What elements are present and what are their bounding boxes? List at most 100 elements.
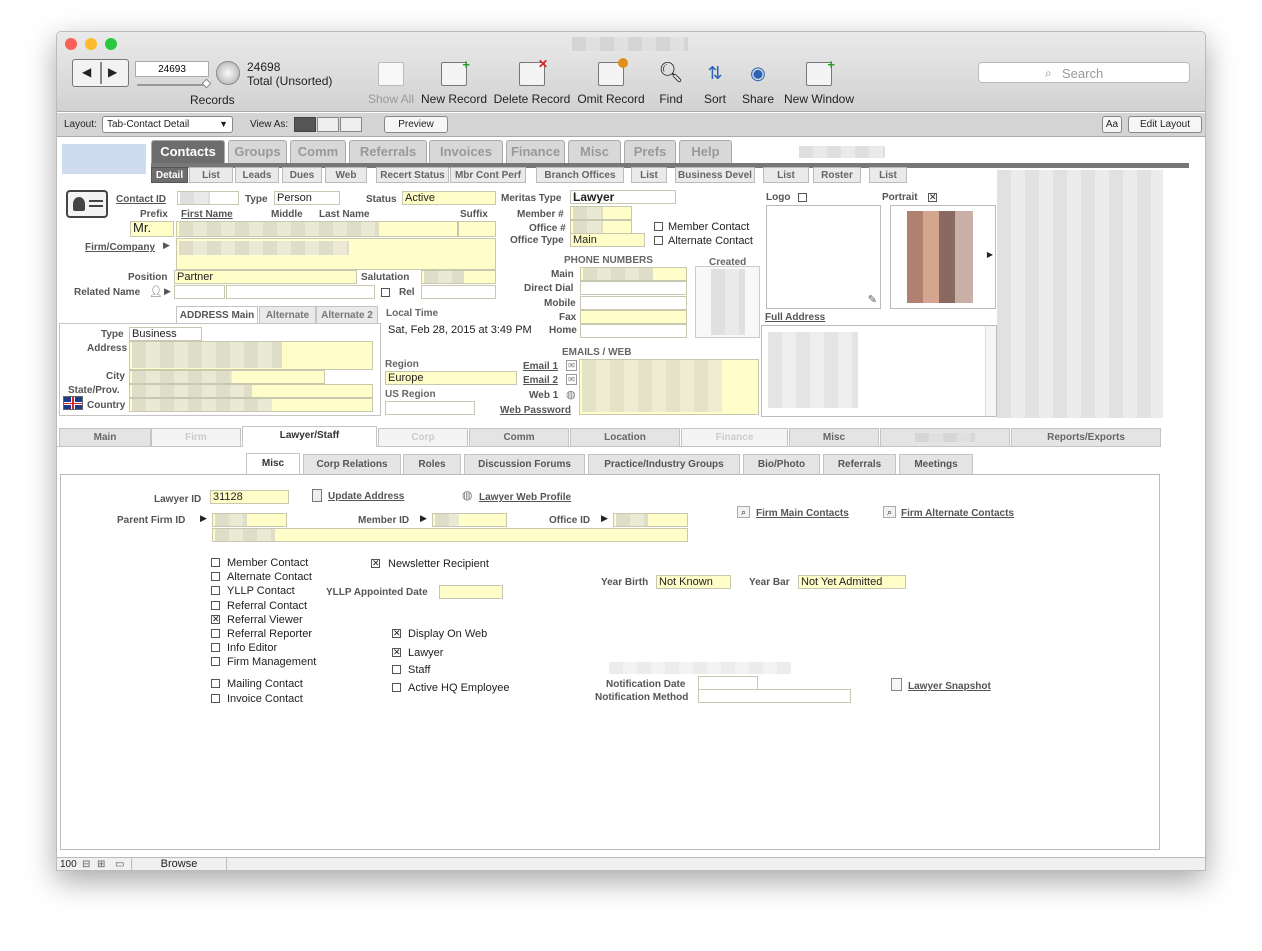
parent-firm-id-field[interactable] bbox=[212, 513, 287, 527]
formatting-bar-button[interactable]: Aa bbox=[1102, 116, 1122, 133]
tab-help[interactable]: Help bbox=[679, 140, 732, 163]
firm-alternate-contacts-link[interactable]: Firm Alternate Contacts bbox=[901, 508, 1014, 519]
portrait-checkbox[interactable]: ✕ bbox=[928, 193, 937, 202]
role-yllp-contact-checkbox[interactable] bbox=[211, 586, 220, 596]
full-address-box[interactable] bbox=[761, 325, 997, 417]
salutation-field[interactable] bbox=[421, 270, 496, 284]
tab-invoices[interactable]: Invoices bbox=[429, 140, 503, 163]
role-firm-management-checkbox[interactable] bbox=[211, 657, 220, 667]
document-icon[interactable] bbox=[891, 678, 902, 691]
lawyer-snapshot-link[interactable]: Lawyer Snapshot bbox=[908, 681, 991, 692]
email2-icon[interactable]: ✉ bbox=[566, 374, 577, 385]
staff-tab-bio-photo[interactable]: Bio/Photo bbox=[743, 454, 820, 474]
home-field[interactable] bbox=[580, 324, 687, 338]
firm-company-label[interactable]: Firm/Company bbox=[85, 242, 155, 253]
notification-date-field[interactable] bbox=[698, 676, 758, 690]
office-id-arrow-icon[interactable]: ▶ bbox=[601, 513, 608, 524]
update-address-link[interactable]: Update Address bbox=[328, 491, 404, 502]
lawyer-web-profile-link[interactable]: Lawyer Web Profile bbox=[479, 492, 571, 503]
address-tab-alternate-2[interactable]: Alternate 2 bbox=[316, 306, 378, 324]
bottom-tab-firm[interactable]: Firm bbox=[151, 428, 241, 446]
search-field[interactable]: ⌕ Search bbox=[978, 62, 1190, 83]
tab-groups[interactable]: Groups bbox=[228, 140, 287, 163]
next-record-icon[interactable]: ▶ bbox=[108, 65, 117, 79]
subtab-list-10[interactable]: List bbox=[763, 167, 809, 183]
email2-label[interactable]: Email 2 bbox=[523, 375, 558, 386]
staff-tab-meetings[interactable]: Meetings bbox=[899, 454, 973, 474]
tab-contacts[interactable]: Contacts bbox=[151, 140, 225, 163]
tab-misc[interactable]: Misc bbox=[568, 140, 621, 163]
member-id-field[interactable] bbox=[432, 513, 507, 527]
web-lawyer-checkbox[interactable]: ✕ bbox=[392, 648, 401, 657]
staff-tab-practice-industry-groups[interactable]: Practice/Industry Groups bbox=[588, 454, 740, 474]
close-window-button[interactable] bbox=[65, 38, 77, 50]
year-bar-field[interactable]: Not Yet Admitted bbox=[798, 575, 906, 589]
email1-label[interactable]: Email 1 bbox=[523, 361, 558, 372]
state-field[interactable] bbox=[129, 384, 373, 398]
mobile-field[interactable] bbox=[580, 296, 687, 310]
subtab-list-1[interactable]: List bbox=[189, 167, 233, 183]
web-profile-globe-icon[interactable]: ◍ bbox=[462, 488, 472, 502]
edit-pencil-icon[interactable]: ✎ bbox=[868, 293, 877, 306]
record-slider-thumb[interactable] bbox=[201, 78, 212, 89]
form-view-button[interactable] bbox=[294, 117, 316, 132]
position-field[interactable]: Partner bbox=[174, 270, 357, 284]
mail-mailing-contact-checkbox[interactable] bbox=[211, 679, 220, 688]
staff-tab-misc[interactable]: Misc bbox=[246, 453, 300, 475]
region-field[interactable]: Europe bbox=[385, 371, 517, 385]
table-view-button[interactable] bbox=[340, 117, 362, 132]
subtab-dues-3[interactable]: Dues bbox=[282, 167, 322, 183]
email1-icon[interactable]: ✉ bbox=[566, 360, 577, 371]
phone-main-field[interactable] bbox=[580, 267, 687, 281]
subtab-list-8[interactable]: List bbox=[631, 167, 667, 183]
status-field[interactable]: Active bbox=[402, 191, 496, 205]
tab-finance[interactable]: Finance bbox=[506, 140, 565, 163]
person-icon[interactable]: 👤︎ bbox=[149, 285, 163, 298]
zoom-in-icon[interactable]: ⊞ bbox=[97, 859, 105, 870]
mail-invoice-contact-checkbox[interactable] bbox=[211, 694, 220, 703]
role-referral-viewer-checkbox[interactable]: ✕ bbox=[211, 614, 220, 624]
member-id-arrow-icon[interactable]: ▶ bbox=[420, 513, 427, 524]
zoom-out-icon[interactable]: ⊟ bbox=[82, 859, 90, 870]
bottom-tab-misc[interactable]: Misc bbox=[789, 428, 879, 446]
logo-container[interactable]: ✎ bbox=[766, 205, 881, 309]
rel-checkbox[interactable] bbox=[381, 288, 390, 297]
bottom-tab-finance[interactable]: Finance bbox=[681, 428, 788, 446]
bottom-tab-blurred[interactable] bbox=[880, 428, 1010, 446]
zoom-level[interactable]: 100 bbox=[60, 859, 77, 870]
record-slider[interactable] bbox=[137, 84, 209, 86]
member-number-field[interactable] bbox=[570, 206, 632, 220]
staff-tab-referrals[interactable]: Referrals bbox=[823, 454, 896, 474]
first-name-label[interactable]: First Name bbox=[181, 209, 233, 220]
bottom-tab-lawyer-staff[interactable]: Lawyer/Staff bbox=[242, 426, 377, 447]
role-referral-contact-checkbox[interactable] bbox=[211, 600, 220, 610]
firm-alt-search-icon[interactable]: ⌕ bbox=[883, 506, 896, 518]
tab-comm[interactable]: Comm bbox=[290, 140, 346, 163]
address-tab-address-main[interactable]: ADDRESS Main bbox=[176, 306, 258, 324]
parent-firm-arrow-icon[interactable]: ▶ bbox=[200, 513, 207, 524]
current-record-input[interactable] bbox=[135, 61, 209, 77]
name-field[interactable] bbox=[176, 221, 458, 237]
type-field[interactable]: Person bbox=[274, 191, 340, 205]
web-display-on-web-checkbox[interactable]: ✕ bbox=[392, 629, 401, 638]
firm-arrow-icon[interactable]: ▶ bbox=[163, 240, 170, 251]
yllp-date-field[interactable] bbox=[439, 585, 503, 599]
emails-web-fields[interactable] bbox=[579, 359, 759, 415]
subtab-web-4[interactable]: Web bbox=[325, 167, 367, 183]
web-globe-icon[interactable]: ◍ bbox=[566, 388, 576, 401]
staff-tab-roles[interactable]: Roles bbox=[403, 454, 461, 474]
fax-field[interactable] bbox=[580, 310, 687, 324]
bottom-tab-main[interactable]: Main bbox=[59, 428, 151, 446]
meritas-type-field[interactable]: Lawyer bbox=[570, 190, 676, 204]
tab-prefs[interactable]: Prefs bbox=[624, 140, 676, 163]
newsletter-checkbox[interactable]: ✕ bbox=[371, 559, 380, 568]
year-birth-field[interactable]: Not Known bbox=[656, 575, 731, 589]
related-name-field-2[interactable] bbox=[226, 285, 375, 299]
role-alternate-contact-checkbox[interactable] bbox=[211, 572, 220, 582]
firm-field[interactable] bbox=[176, 238, 496, 270]
update-address-icon[interactable] bbox=[312, 489, 322, 502]
subtab-mbr-cont-perf-6[interactable]: Mbr Cont Perf bbox=[450, 167, 526, 183]
bottom-tab-location[interactable]: Location bbox=[570, 428, 680, 446]
record-navigator[interactable]: ◀ ▶ bbox=[72, 59, 129, 87]
minimize-window-button[interactable] bbox=[85, 38, 97, 50]
